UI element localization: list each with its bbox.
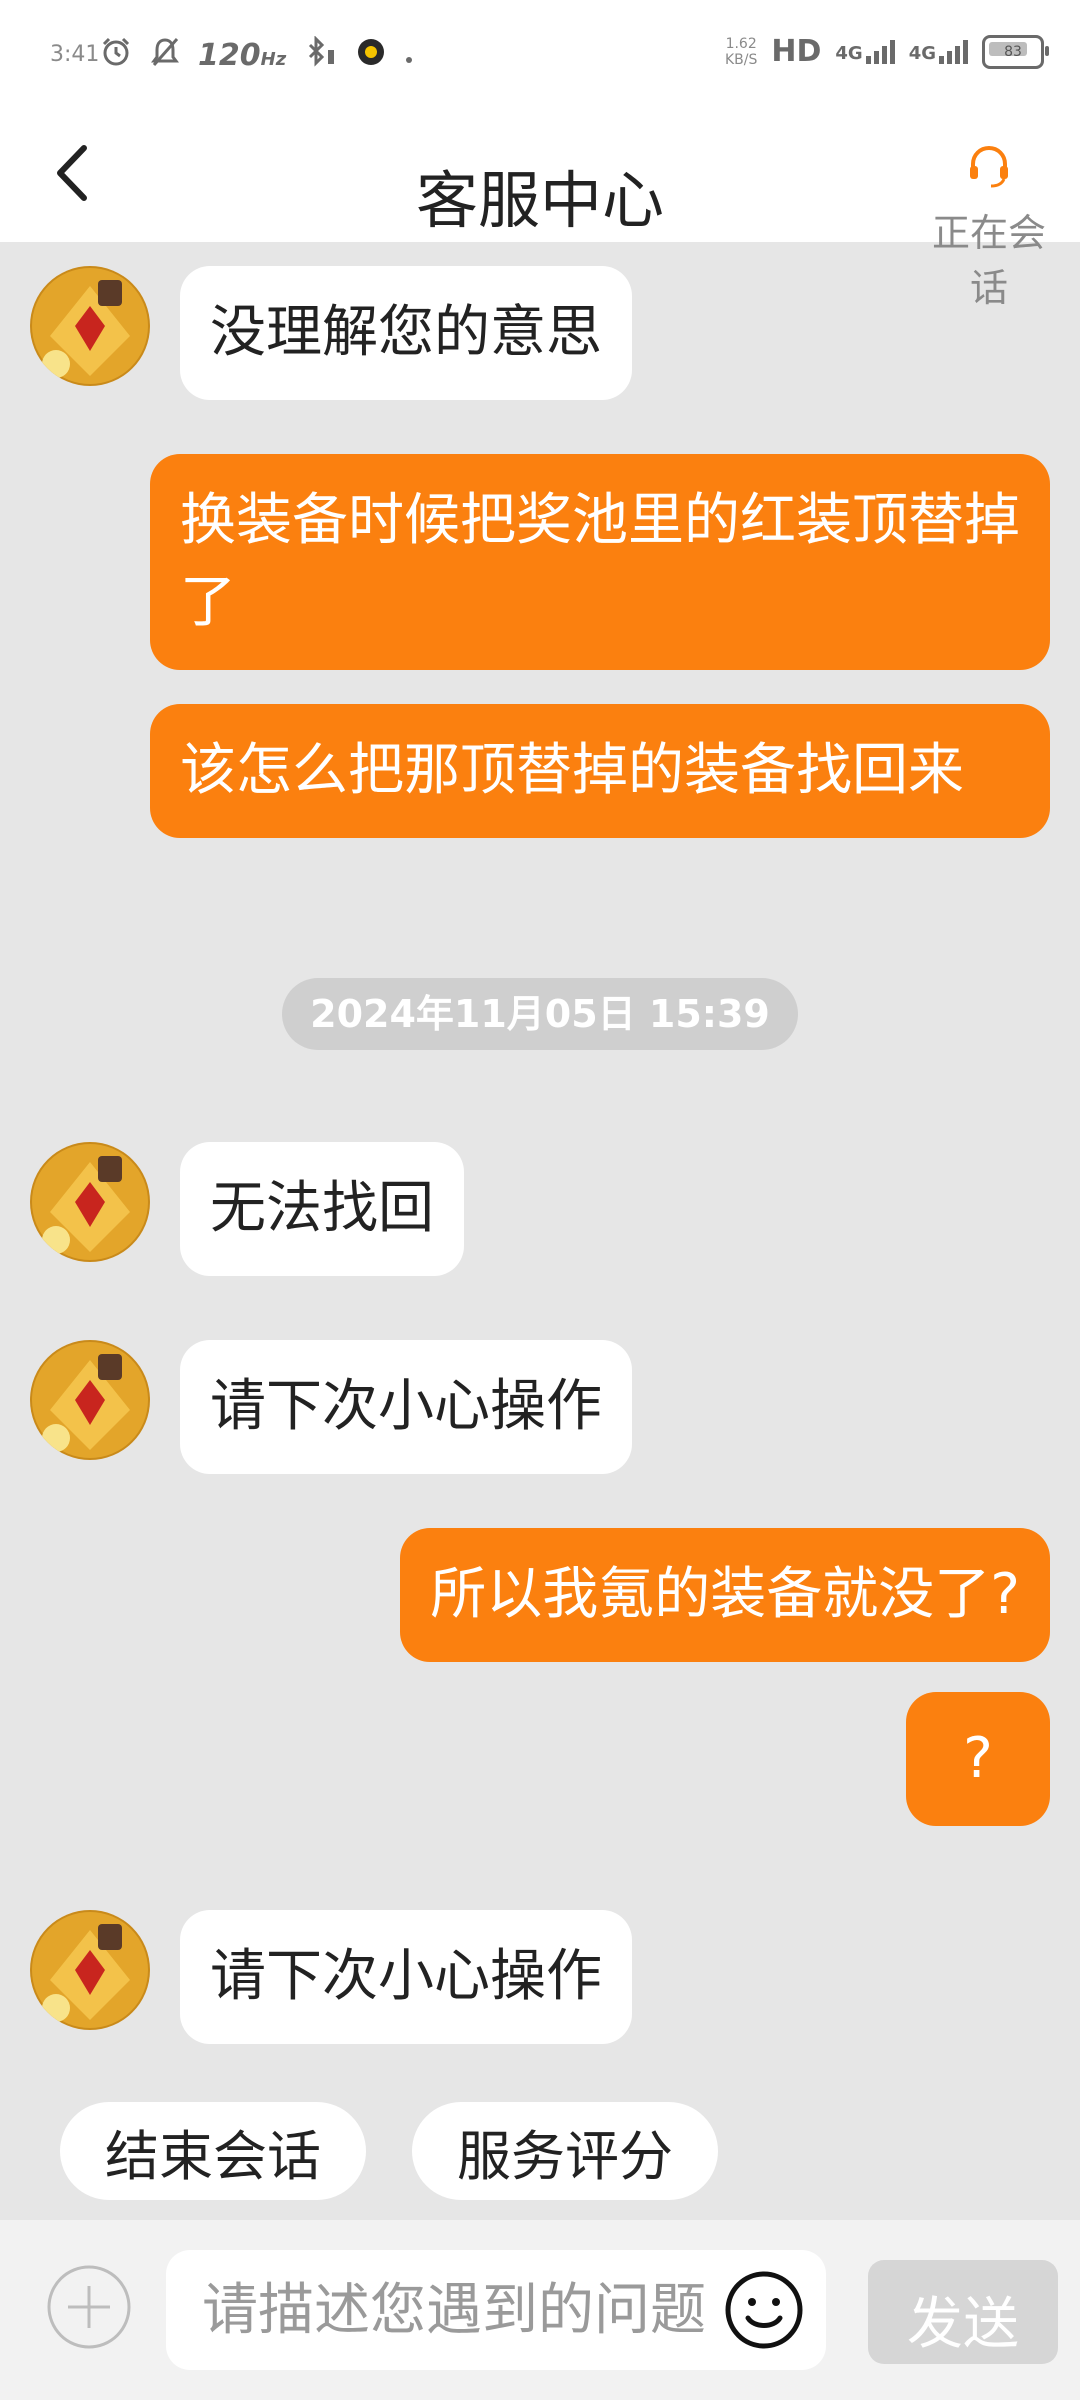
status-left-icons: 120Hz — [100, 35, 414, 75]
chat-timestamp: 2024年11月05日 15:39 — [282, 978, 798, 1050]
more-dot-icon — [404, 39, 414, 72]
agent-avatar — [30, 266, 150, 386]
rate-service-button[interactable]: 服务评分 — [412, 2102, 718, 2200]
chat-area[interactable]: 没理解您的意思 换装备时候把奖池里的红装顶替掉了 该怎么把那顶替掉的装备找回来 … — [0, 242, 1080, 2220]
agent-message: 请下次小心操作 — [180, 1340, 632, 1474]
mute-bell-icon — [150, 36, 180, 75]
headset-icon — [970, 145, 1008, 188]
status-right-icons: 1.62 KB/S HD 4G 4G 83 — [724, 34, 1049, 69]
status-bar: 3:41 120Hz 1.62 KB/S HD 4G 4G 83 — [0, 0, 1080, 110]
app-header: 客服中心 正在会话 — [0, 110, 1080, 310]
add-attachment-button[interactable] — [46, 2264, 132, 2350]
emoji-button[interactable] — [722, 2268, 806, 2352]
agent-avatar — [30, 1340, 150, 1460]
signal-2: 4G — [909, 39, 968, 64]
alarm-icon — [100, 36, 132, 75]
agent-avatar — [30, 1142, 150, 1262]
plus-circle-icon — [47, 2265, 131, 2349]
signal-bars-icon — [865, 39, 895, 64]
user-message: ? — [906, 1692, 1050, 1826]
agent-avatar — [30, 1910, 150, 2030]
refresh-rate: 120Hz — [198, 38, 287, 73]
agent-message: 请下次小心操作 — [180, 1910, 632, 2044]
status-time: 3:41 — [50, 42, 100, 67]
user-message: 该怎么把那顶替掉的装备找回来 — [150, 704, 1050, 838]
user-message: 所以我氪的装备就没了? — [400, 1528, 1050, 1662]
battery-icon: 83 — [982, 34, 1049, 69]
end-session-button[interactable]: 结束会话 — [60, 2102, 366, 2200]
user-message: 换装备时候把奖池里的红装顶替掉了 — [150, 454, 1050, 670]
net-speed: 1.62 KB/S — [724, 35, 758, 68]
signal-1: 4G — [835, 39, 895, 64]
input-bar: 发送 — [0, 2220, 1080, 2400]
send-button[interactable]: 发送 — [868, 2260, 1058, 2364]
smiley-icon — [725, 2271, 803, 2349]
agent-message: 没理解您的意思 — [180, 266, 632, 400]
agent-message: 无法找回 — [180, 1142, 464, 1276]
bluetooth-icon — [304, 35, 338, 75]
signal-bars-icon — [939, 39, 968, 64]
hd-label: HD — [771, 34, 822, 69]
app-notification-icon — [356, 37, 386, 74]
